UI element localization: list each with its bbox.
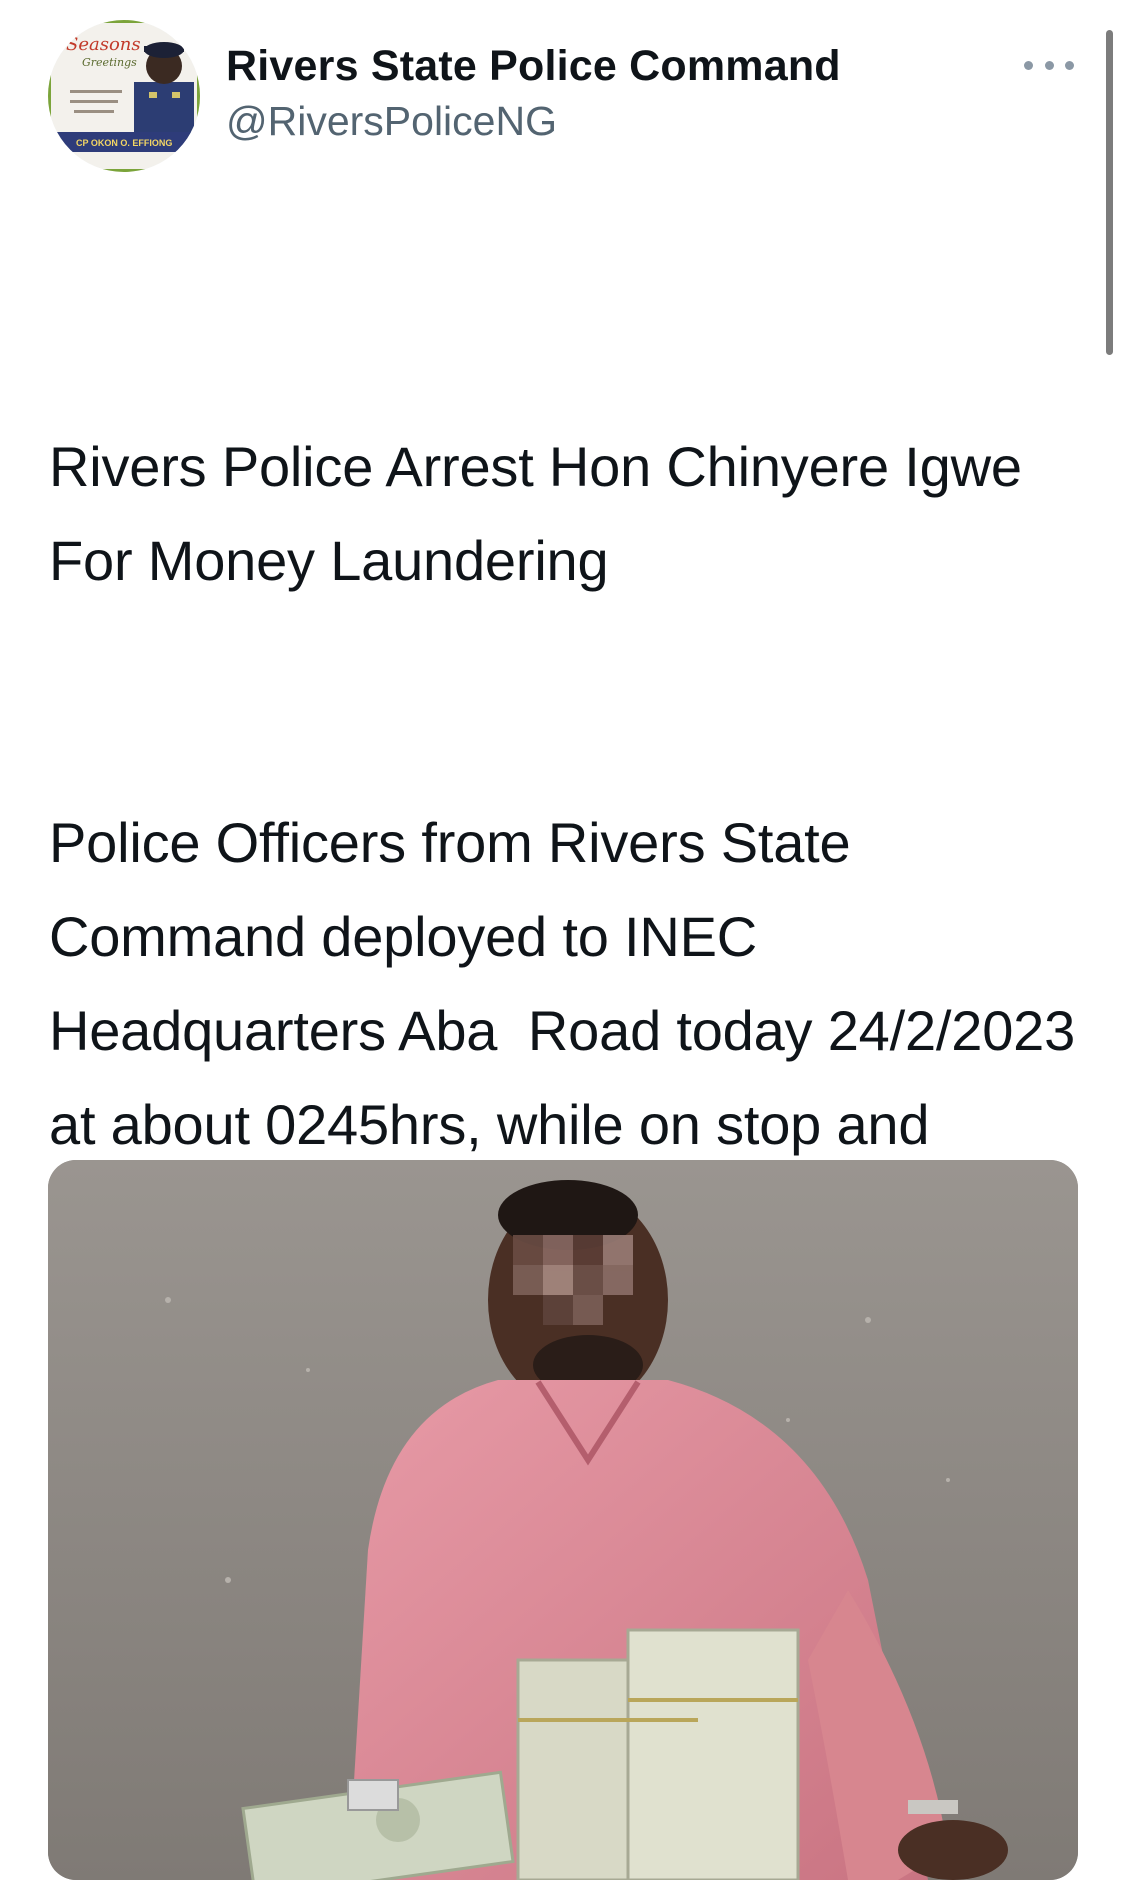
author-display-name[interactable]: Rivers State Police Command	[226, 42, 841, 91]
ellipsis-icon-dot	[1065, 60, 1074, 70]
tweet: Seasons Greetings CP OKON O. EFFIONG Riv…	[0, 0, 1125, 1880]
tweet-photo[interactable]	[48, 1160, 1078, 1880]
avatar-banner-text: Seasons	[66, 34, 141, 55]
photo-man-with-cash-icon	[48, 1160, 1078, 1880]
avatar-banner-subtext: Greetings	[82, 56, 137, 69]
ellipsis-icon-dot	[1044, 60, 1054, 70]
more-options-button[interactable]	[1024, 50, 1074, 80]
ellipsis-icon	[1024, 60, 1033, 70]
scrollbar[interactable]	[1106, 30, 1113, 355]
avatar-caption: CP OKON O. EFFIONG	[76, 138, 172, 148]
author-avatar[interactable]: Seasons Greetings CP OKON O. EFFIONG	[48, 20, 200, 172]
tweet-headline: Rivers Police Arrest Hon Chinyere Igwe F…	[49, 435, 1038, 592]
avatar-police-commissioner-icon: Seasons Greetings CP OKON O. EFFIONG	[48, 20, 200, 172]
author-handle[interactable]: @RiversPoliceNG	[226, 98, 557, 145]
